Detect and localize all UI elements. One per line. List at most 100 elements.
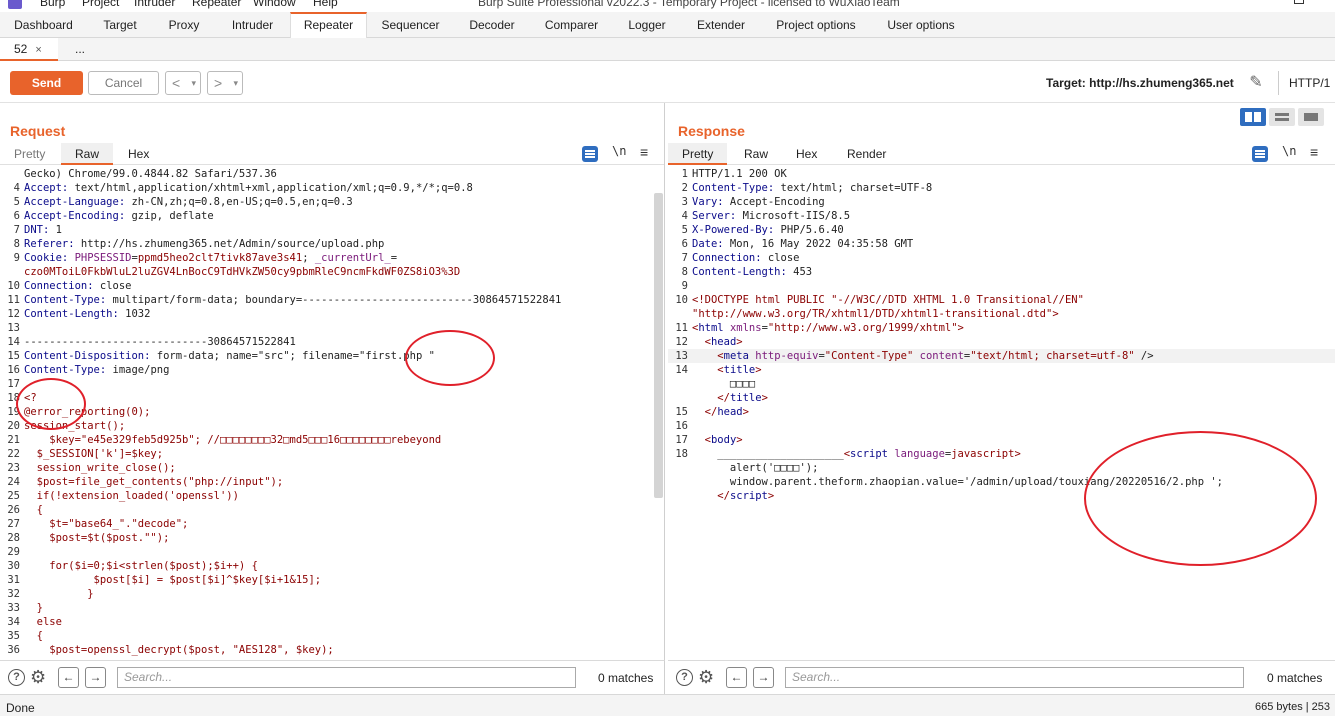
response-tab-raw[interactable]: Raw <box>730 143 782 165</box>
status-text: Done <box>6 701 35 715</box>
request-title: Request <box>10 123 66 139</box>
line-code: window.parent.theform.zhaopian.value='/a… <box>692 475 1223 489</box>
line-code: Content-Length: 1032 <box>24 307 150 321</box>
request-tab-pretty[interactable]: Pretty <box>0 143 59 165</box>
send-button[interactable]: Send <box>10 71 83 95</box>
line-code: □□□□ <box>692 377 755 391</box>
code-line: 9 <box>668 279 1335 293</box>
line-code: Accept: text/html,application/xhtml+xml,… <box>24 181 473 195</box>
close-icon[interactable]: × <box>35 44 41 56</box>
code-token: $post=file_get_contents("php://input"); <box>24 476 284 488</box>
wrap-lines-icon[interactable] <box>582 146 598 162</box>
cancel-button[interactable]: Cancel <box>88 71 159 95</box>
line-code: $post[$i] = $post[$i]^$key[$i+1&15]; <box>24 573 322 587</box>
help-icon[interactable]: ? <box>676 669 693 686</box>
code-token: script <box>729 490 768 502</box>
protocol-selector[interactable]: HTTP/1 <box>1278 71 1335 95</box>
tab-logger[interactable]: Logger <box>613 12 681 38</box>
code-line: 36 $post=openssl_decrypt($post, "AES128"… <box>0 643 664 657</box>
tab-project-options[interactable]: Project options <box>761 12 871 38</box>
request-scrollbar[interactable] <box>654 193 663 498</box>
menu-repeater[interactable]: Repeater <box>192 0 241 9</box>
layout-tabs-icon[interactable] <box>1298 108 1324 126</box>
menu-icon[interactable]: ≡ <box>640 144 648 160</box>
line-number: 2 <box>681 182 688 194</box>
next-match-button[interactable]: → <box>753 667 774 688</box>
newline-icon[interactable]: \n <box>612 144 626 158</box>
code-line: alert('□□□□'); <box>668 461 1335 475</box>
response-tab-render[interactable]: Render <box>833 143 900 165</box>
response-view-tabs: Pretty Raw Hex Render \n ≡ <box>668 143 1335 165</box>
code-token: multipart/form-data; boundary=----------… <box>106 294 562 306</box>
request-search-input[interactable]: Search... <box>117 667 576 688</box>
request-tab-hex[interactable]: Hex <box>114 143 163 165</box>
request-view-tabs: Pretty Raw Hex \n ≡ <box>0 143 664 165</box>
tab-sequencer[interactable]: Sequencer <box>367 12 454 38</box>
new-tab-button[interactable]: ... <box>62 38 98 61</box>
code-token: Cookie: <box>24 252 69 264</box>
line-number: 17 <box>675 434 688 446</box>
code-line: </script> <box>668 489 1335 503</box>
newline-icon[interactable]: \n <box>1282 144 1296 158</box>
response-viewer[interactable]: 1 HTTP/1.1 200 OK 2 Content-Type: text/html… <box>668 167 1335 660</box>
tab-target[interactable]: Target <box>87 12 153 38</box>
response-search-input[interactable]: Search... <box>785 667 1244 688</box>
code-token: DNT: <box>24 224 50 236</box>
line-number: 7 <box>13 224 20 236</box>
response-tab-pretty[interactable]: Pretty <box>668 143 728 165</box>
next-match-button[interactable]: → <box>85 667 106 688</box>
request-tab-52[interactable]: 52 × <box>0 38 58 61</box>
pencil-icon[interactable]: ✎ <box>1246 73 1266 93</box>
tab-repeater[interactable]: Repeater <box>290 12 367 38</box>
tab-intruder[interactable]: Intruder <box>215 12 290 38</box>
line-code: { <box>24 503 43 517</box>
code-token: Accept-Language: <box>24 196 126 208</box>
code-token: session_start(); <box>24 420 126 432</box>
code-token: </ <box>704 406 718 418</box>
code-line: 18 <? <box>0 391 664 405</box>
menu-help[interactable]: Help <box>313 0 338 9</box>
request-tab-raw[interactable]: Raw <box>61 143 114 165</box>
chevron-right-icon: > <box>214 75 223 91</box>
layout-side-by-side-icon[interactable] <box>1240 108 1266 126</box>
layout-stacked-icon[interactable] <box>1269 108 1295 126</box>
code-line: 6 Accept-Encoding: gzip, deflate <box>0 209 664 223</box>
help-icon[interactable]: ? <box>8 669 25 686</box>
back-button[interactable]: < ▾ <box>165 71 201 95</box>
line-number: 6 <box>681 238 688 250</box>
code-token: text/html,application/xhtml+xml,applicat… <box>68 182 473 194</box>
tab-decoder[interactable]: Decoder <box>454 12 530 38</box>
code-line: 9 Cookie: PHPSESSID = ppmd5heo2clt7tivk87av… <box>0 251 664 265</box>
tab-comparer[interactable]: Comparer <box>530 12 613 38</box>
prev-match-button[interactable]: ← <box>726 667 747 688</box>
code-token: Date: <box>692 238 724 250</box>
code-token: html <box>698 322 724 334</box>
tab-user-options[interactable]: User options <box>871 12 971 38</box>
menu-project[interactable]: Project <box>82 0 119 9</box>
tab-dashboard[interactable]: Dashboard <box>0 12 87 38</box>
forward-button[interactable]: > ▾ <box>207 71 243 95</box>
gear-icon[interactable]: ⚙ <box>30 667 46 687</box>
code-token: /> <box>1134 350 1154 362</box>
code-line: 8 Content-Length: 453 <box>668 265 1335 279</box>
maximize-icon[interactable] <box>1294 0 1304 4</box>
code-token: } <box>24 588 94 600</box>
menu-icon[interactable]: ≡ <box>1310 144 1318 160</box>
menu-burp[interactable]: Burp <box>40 0 65 9</box>
menu-window[interactable]: Window <box>253 0 296 9</box>
response-tab-hex[interactable]: Hex <box>782 143 831 165</box>
code-line: 13 <box>0 321 664 335</box>
tab-proxy[interactable]: Proxy <box>153 12 215 38</box>
menu-intruder[interactable]: Intruder <box>134 0 175 9</box>
code-line: 4 Accept: text/html,application/xhtml+xml… <box>0 181 664 195</box>
code-token: $post[$i] = $post[$i]^$key[$i+1&15]; <box>24 574 322 586</box>
prev-match-button[interactable]: ← <box>58 667 79 688</box>
wrap-lines-icon[interactable] <box>1252 146 1268 162</box>
response-pane: Response Pretty Raw Hex Render \n ≡ 1 HTT… <box>668 103 1335 660</box>
request-editor[interactable]: Gecko) Chrome/99.0.4844.82 Safari/537.36… <box>0 167 664 660</box>
tab-extender[interactable]: Extender <box>681 12 761 38</box>
gear-icon[interactable]: ⚙ <box>698 667 714 687</box>
